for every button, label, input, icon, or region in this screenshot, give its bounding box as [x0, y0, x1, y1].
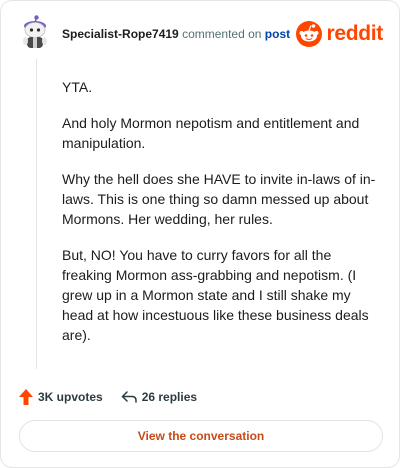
- comment-paragraph: Why the hell does she HAVE to invite in-…: [62, 171, 376, 227]
- comment-paragraph: And holy Mormon nepotism and entitlement…: [62, 115, 360, 151]
- user-avatar[interactable]: [19, 15, 51, 51]
- commented-on-label: commented on: [182, 27, 262, 41]
- comment-paragraph: But, NO! You have to curry favors for al…: [62, 247, 369, 343]
- comment-actions: 3K upvotes 26 replies: [19, 387, 197, 407]
- reply-count: 26 replies: [141, 390, 198, 404]
- snoo-avatar-icon: [23, 15, 47, 48]
- reddit-snoo-icon: [296, 21, 323, 47]
- upvote-count: 3K upvotes: [38, 390, 103, 404]
- view-conversation-button[interactable]: View the conversation: [19, 420, 383, 452]
- replies-button[interactable]: 26 replies: [121, 390, 197, 404]
- comment-body: YTA. And holy Mormon nepotism and entitl…: [62, 77, 382, 361]
- reddit-wordmark: reddit: [326, 22, 383, 45]
- post-link[interactable]: post: [265, 27, 290, 41]
- comment-paragraph: YTA.: [62, 79, 93, 95]
- upvote-arrow-icon: [19, 389, 33, 405]
- reply-arrow-icon: [121, 391, 137, 403]
- comment-card: Specialist-Rope7419 commented on post re…: [0, 0, 400, 468]
- comment-header: Specialist-Rope7419 commented on post re…: [19, 15, 385, 55]
- upvote-button[interactable]: 3K upvotes: [19, 389, 103, 405]
- thread-line: [36, 59, 37, 369]
- reddit-logo[interactable]: reddit: [296, 21, 383, 47]
- username-link[interactable]: Specialist-Rope7419: [62, 27, 179, 41]
- comment-meta: Specialist-Rope7419 commented on post: [62, 27, 290, 41]
